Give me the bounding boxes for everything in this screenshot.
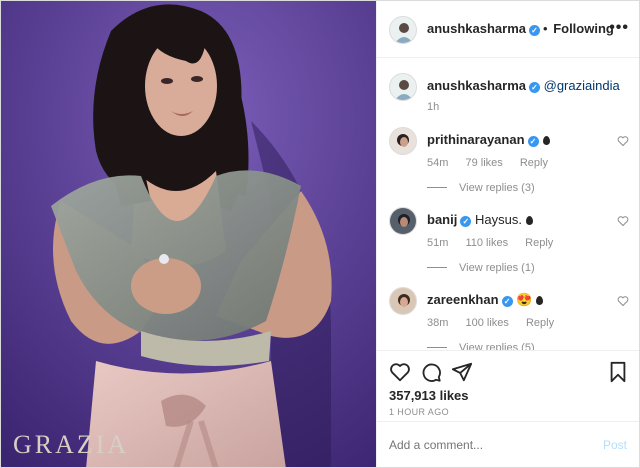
- comment-text: Haysus.: [474, 212, 522, 227]
- comment-avatar[interactable]: [389, 207, 417, 235]
- comment-text: 😍: [516, 292, 533, 307]
- instagram-post-modal: GRAZIA anushkasharma ✓ • Following ••• a…: [0, 0, 640, 468]
- header-separator: •: [543, 21, 548, 36]
- verified-badge-icon: ✓: [460, 216, 472, 227]
- grazia-watermark: GRAZIA: [13, 430, 130, 459]
- avatar-image: [390, 17, 416, 43]
- avatar-image: [390, 128, 416, 154]
- view-replies-button[interactable]: View replies (3): [427, 182, 535, 194]
- following-button[interactable]: Following: [553, 21, 614, 36]
- header-text: anushkasharma ✓ • Following: [427, 21, 614, 36]
- add-comment-bar: Post: [377, 421, 639, 467]
- comment-time: 51m: [427, 237, 449, 249]
- replies-divider: [427, 267, 447, 268]
- post-header: anushkasharma ✓ • Following •••: [377, 1, 639, 58]
- verified-badge-icon: ✓: [529, 82, 540, 93]
- view-replies-label: View replies (1): [459, 262, 535, 274]
- reply-button[interactable]: Reply: [526, 317, 554, 329]
- comment-line: banij ✓ Haysus.: [427, 212, 533, 227]
- like-comment-heart-icon[interactable]: [617, 295, 629, 307]
- comment-meta: 51m 110 likes Reply: [427, 237, 567, 249]
- verified-badge-icon: ✓: [527, 136, 539, 147]
- like-comment-heart-icon[interactable]: [617, 135, 629, 147]
- caption-line: anushkasharma ✓ @graziaindia: [427, 78, 620, 93]
- author-avatar[interactable]: [389, 16, 417, 44]
- portrait-image: [1, 1, 376, 467]
- comments-list[interactable]: anushkasharma ✓ @graziaindia 1h prithinar…: [377, 59, 639, 350]
- replies-divider: [427, 347, 447, 348]
- replies-divider: [427, 187, 447, 188]
- comment-likes[interactable]: 100 likes: [465, 317, 508, 329]
- like-comment-heart-icon[interactable]: [617, 215, 629, 227]
- comment-likes[interactable]: 79 likes: [465, 157, 502, 169]
- author-username[interactable]: anushkasharma: [427, 21, 526, 36]
- post-timestamp: 1 HOUR AGO: [389, 407, 450, 417]
- reply-button[interactable]: Reply: [525, 237, 553, 249]
- post-photo[interactable]: GRAZIA: [1, 1, 376, 467]
- comment-bubble-icon[interactable]: [420, 361, 442, 383]
- view-replies-label: View replies (3): [459, 182, 535, 194]
- view-replies-button[interactable]: View replies (1): [427, 262, 535, 274]
- view-replies-label: View replies (5): [459, 342, 535, 350]
- caption-avatar[interactable]: [389, 73, 417, 101]
- verified-badge-icon: ✓: [529, 25, 540, 36]
- comment-item: banij ✓ Haysus. 51m 110 likes Reply View …: [389, 207, 629, 287]
- comment-meta: 54m 79 likes Reply: [427, 157, 562, 169]
- share-paper-plane-icon[interactable]: [451, 361, 473, 383]
- avatar-image: [390, 208, 416, 234]
- drop-emoji-icon: [542, 136, 550, 145]
- comment-avatar[interactable]: [389, 287, 417, 315]
- caption-username[interactable]: anushkasharma: [427, 78, 526, 93]
- comment-item: prithinarayanan ✓ 54m 79 likes Reply View…: [389, 127, 629, 207]
- comment-meta: 38m 100 likes Reply: [427, 317, 568, 329]
- more-options-icon[interactable]: •••: [609, 19, 629, 37]
- comment-line: zareenkhan ✓ 😍: [427, 292, 544, 308]
- comment-time: 54m: [427, 157, 449, 169]
- comment-username[interactable]: prithinarayanan: [427, 132, 525, 147]
- caption-mention[interactable]: @graziaindia: [544, 78, 620, 93]
- post-comment-button[interactable]: Post: [603, 438, 627, 452]
- add-comment-input[interactable]: [389, 438, 579, 452]
- likes-count[interactable]: 357,913 likes: [389, 388, 469, 403]
- post-sidebar: anushkasharma ✓ • Following ••• anushkasha…: [376, 1, 639, 467]
- avatar-image: [390, 74, 416, 100]
- comment-time: 38m: [427, 317, 449, 329]
- drop-emoji-icon: [536, 296, 544, 305]
- comment-line: prithinarayanan ✓: [427, 132, 550, 147]
- verified-badge-icon: ✓: [501, 296, 513, 307]
- view-replies-button[interactable]: View replies (5): [427, 342, 535, 350]
- comment-likes[interactable]: 110 likes: [465, 237, 508, 249]
- avatar-image: [390, 288, 416, 314]
- reply-button[interactable]: Reply: [520, 157, 548, 169]
- drop-emoji-icon: [525, 216, 533, 225]
- post-actions: 357,913 likes 1 HOUR AGO: [377, 350, 639, 430]
- save-bookmark-icon[interactable]: [607, 361, 629, 383]
- comment-avatar[interactable]: [389, 127, 417, 155]
- caption-time: 1h: [427, 101, 440, 113]
- like-heart-icon[interactable]: [389, 361, 411, 383]
- comment-item: zareenkhan ✓ 😍 38m 100 likes Reply View r…: [389, 287, 629, 350]
- comment-username[interactable]: zareenkhan: [427, 292, 499, 307]
- comment-username[interactable]: banij: [427, 212, 457, 227]
